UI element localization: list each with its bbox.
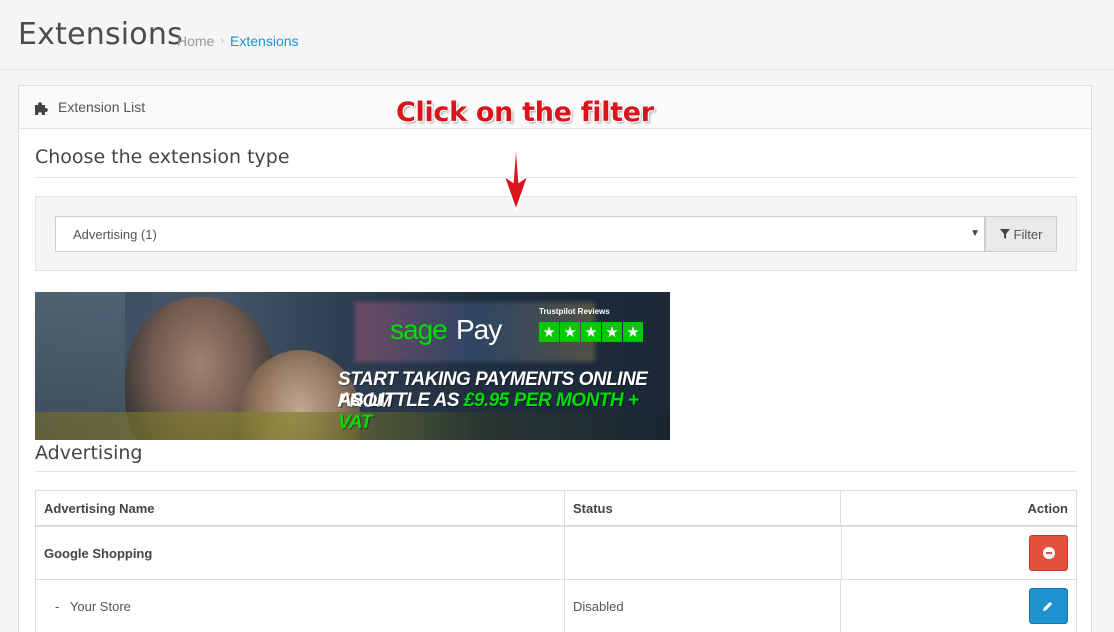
divider xyxy=(35,177,1077,178)
column-header-name: Advertising Name xyxy=(36,491,565,525)
edit-button[interactable] xyxy=(1028,588,1068,624)
choose-type-heading: Choose the extension type xyxy=(35,146,290,168)
extension-status xyxy=(565,527,841,579)
pencil-icon xyxy=(1043,601,1053,611)
star-icon: ★ xyxy=(539,322,559,342)
trustpilot-stars: ★ ★ ★ ★ ★ xyxy=(539,322,643,342)
table-header-row: Advertising Name Status Action xyxy=(36,491,1076,527)
funnel-icon xyxy=(999,229,1010,239)
uninstall-button[interactable] xyxy=(1029,535,1068,571)
annotation-text: Click on the filter xyxy=(396,97,654,128)
star-icon: ★ xyxy=(560,322,580,342)
advertising-table: Advertising Name Status Action Google Sh… xyxy=(35,490,1077,632)
pay-logo-text: Pay xyxy=(456,314,502,345)
breadcrumb: Home › Extensions xyxy=(177,33,299,49)
extension-type-selected: Advertising (1) xyxy=(73,226,157,242)
column-header-status: Status xyxy=(565,491,842,525)
table-row: Google Shopping xyxy=(36,527,1076,580)
sagepay-banner[interactable]: sage Pay Trustpilot Reviews ★ ★ ★ ★ ★ ST… xyxy=(35,292,670,440)
minus-circle-icon xyxy=(1042,547,1055,559)
extension-name: Google Shopping xyxy=(36,527,565,579)
breadcrumb-home-link[interactable]: Home xyxy=(177,33,214,49)
trustpilot-label: Trustpilot Reviews xyxy=(539,307,610,316)
star-icon: ★ xyxy=(623,322,643,342)
banner-headline-2: AS LITTLE AS £9.95 PER MONTH + VAT xyxy=(338,390,670,434)
action-cell xyxy=(841,580,1076,632)
arrow-down-icon xyxy=(502,141,530,212)
action-cell xyxy=(841,527,1076,579)
puzzle-icon xyxy=(33,99,49,115)
divider xyxy=(35,471,1077,472)
extension-type-select[interactable]: Advertising (1) ▼ xyxy=(55,216,985,252)
panel-title: Extension List xyxy=(58,99,146,115)
breadcrumb-separator: › xyxy=(220,35,225,47)
filter-button[interactable]: Filter xyxy=(985,216,1057,252)
breadcrumb-extensions-link[interactable]: Extensions xyxy=(230,33,298,49)
extension-list-panel: Extension List Choose the extension type… xyxy=(18,85,1092,632)
star-icon: ★ xyxy=(581,322,601,342)
page-title: Extensions xyxy=(18,17,183,52)
filter-button-label: Filter xyxy=(1013,226,1043,242)
filter-well: Advertising (1) ▼ Filter xyxy=(35,196,1077,271)
caret-down-icon: ▼ xyxy=(970,228,980,239)
star-icon: ★ xyxy=(602,322,622,342)
sage-logo-text: sage xyxy=(390,314,448,345)
column-header-action: Action xyxy=(1027,500,1068,516)
advertising-heading: Advertising xyxy=(35,442,143,464)
store-status: Disabled xyxy=(565,580,842,632)
banner-headline-2a: AS LITTLE AS xyxy=(338,390,464,411)
store-name: - Your Store xyxy=(36,580,565,632)
table-row: - Your Store Disabled xyxy=(36,580,1076,632)
page-header: Extensions Home › Extensions xyxy=(0,0,1114,70)
